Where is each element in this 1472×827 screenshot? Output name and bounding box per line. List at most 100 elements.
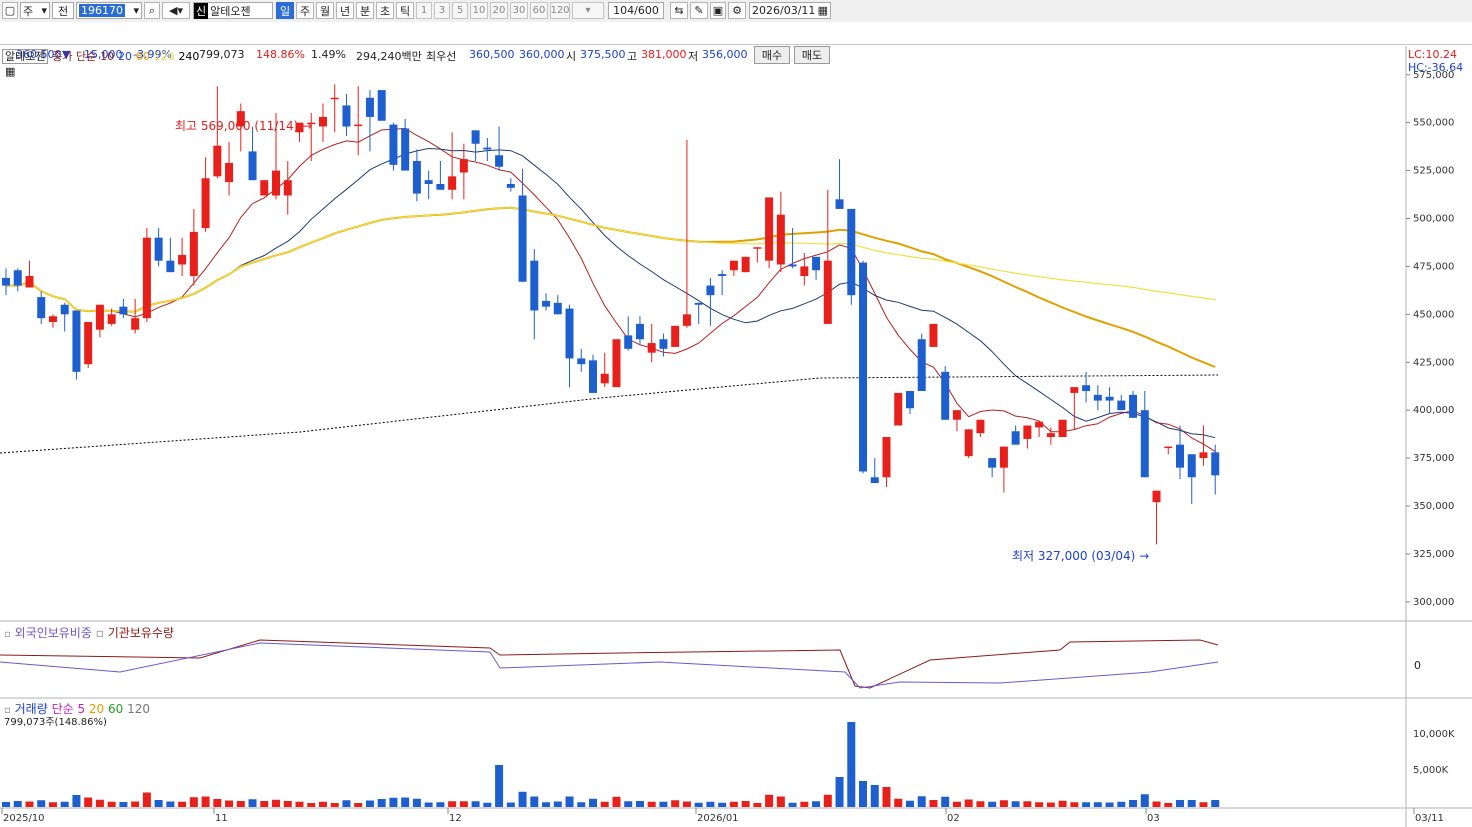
candle-body xyxy=(13,270,22,286)
ma20-line xyxy=(6,147,1216,439)
candle-body xyxy=(765,197,774,261)
volume-bar xyxy=(330,803,339,807)
candle-body xyxy=(905,391,914,409)
volume-bar xyxy=(471,801,480,807)
volume-bar xyxy=(706,801,715,807)
candle-body xyxy=(976,419,985,434)
volume-bar xyxy=(847,722,856,807)
volume-bar xyxy=(741,801,750,807)
legend-ma10: 10 xyxy=(100,50,115,63)
volume-bar xyxy=(72,795,81,807)
volume-bar xyxy=(1152,801,1161,807)
y-tick-label: 525,000 xyxy=(1413,166,1454,177)
volume-bar xyxy=(13,801,22,807)
candle-body xyxy=(741,256,750,273)
volume-bar xyxy=(213,799,222,807)
candle-body xyxy=(1105,396,1114,401)
candle-body xyxy=(248,151,257,181)
candle-body xyxy=(377,90,386,121)
x-tick-label: 03/11 xyxy=(1415,813,1444,824)
candle-body xyxy=(577,358,586,365)
candle-body xyxy=(495,155,504,167)
candle-body xyxy=(48,316,57,322)
candle-body xyxy=(1129,394,1138,418)
volume-bar xyxy=(823,794,832,807)
candle-body xyxy=(682,314,691,326)
volume-bar xyxy=(542,802,551,807)
candle-body xyxy=(1058,419,1067,437)
volume-bar xyxy=(1093,802,1102,807)
y-tick-label: 425,000 xyxy=(1413,357,1454,368)
candle-body xyxy=(600,373,609,384)
inst-holding-label: 기관보유수량 xyxy=(107,626,174,640)
candle-body xyxy=(859,262,868,472)
candle-body xyxy=(459,159,468,173)
volume-bar xyxy=(1187,800,1196,807)
volume-bar xyxy=(870,785,879,807)
volume-ma120: 120 xyxy=(127,702,151,716)
candle-body xyxy=(1140,410,1149,478)
volume-bar xyxy=(272,799,281,807)
volume-bar xyxy=(659,801,668,807)
candle-body xyxy=(1199,452,1208,459)
candle-body xyxy=(612,339,621,388)
volume-bar xyxy=(718,802,727,807)
candle-body xyxy=(870,477,879,483)
investor-legend: ▫ 외국인보유비중 ▫ 기관보유수량 xyxy=(4,626,174,640)
candle-body xyxy=(1035,421,1044,428)
candle-body xyxy=(213,145,222,177)
volume-bar xyxy=(389,797,398,807)
volume-bar xyxy=(859,781,868,807)
lc-label: LC:10.24 xyxy=(1408,48,1458,61)
volume-bar xyxy=(142,792,151,807)
candle-body xyxy=(671,325,680,347)
candle-body xyxy=(1152,490,1161,503)
volume-bar xyxy=(1058,800,1067,807)
volume-bar xyxy=(1011,801,1020,807)
volume-bar xyxy=(835,777,844,807)
candle-body xyxy=(894,392,903,426)
foreign-ratio-label: 외국인보유비중 xyxy=(14,626,92,640)
volume-bar xyxy=(917,796,926,807)
candle-body xyxy=(964,429,973,457)
investor-zero-tick: 0 xyxy=(1414,659,1421,672)
volume-bar xyxy=(60,801,69,807)
legend-stock-name[interactable]: 알테오젠 xyxy=(2,49,49,64)
volume-bar xyxy=(976,801,985,807)
volume-bar xyxy=(1023,801,1032,807)
volume-bar xyxy=(964,799,973,807)
volume-bar xyxy=(377,799,386,807)
candle-body xyxy=(1011,431,1020,445)
candle-body xyxy=(272,170,281,196)
candle-body xyxy=(471,130,480,144)
min-price-label: 최저 327,000 (03/04) xyxy=(1012,549,1136,563)
menu-icon[interactable]: ▫ xyxy=(4,629,11,640)
y-tick-label: 450,000 xyxy=(1413,309,1454,320)
x-tick-label: 2026/01 xyxy=(697,813,739,824)
volume-bar xyxy=(929,800,938,807)
volume-bar xyxy=(25,801,34,807)
volume-bar xyxy=(1046,802,1055,807)
volume-bar xyxy=(1199,802,1208,807)
volume-bar xyxy=(753,803,762,807)
candle-body xyxy=(448,176,457,190)
volume-bar xyxy=(553,801,562,807)
candle-body xyxy=(142,237,151,319)
volume-bar xyxy=(577,802,586,807)
candle-body xyxy=(84,322,93,365)
volume-bar xyxy=(988,801,997,807)
volume-bar xyxy=(1105,802,1114,807)
volume-info: 799,073주(148.86%) xyxy=(4,717,107,728)
candle-body xyxy=(119,306,128,315)
volume-bar xyxy=(201,796,210,807)
volume-bar xyxy=(307,803,316,807)
candle-body xyxy=(483,147,492,150)
candle-body xyxy=(72,310,81,372)
candle-body xyxy=(166,260,175,273)
volume-bar xyxy=(225,800,234,807)
candle-body xyxy=(917,339,926,391)
candle-body xyxy=(1070,387,1079,393)
candle-body xyxy=(389,124,398,165)
grid-icon[interactable]: ▦ xyxy=(5,65,15,78)
volume-bar xyxy=(189,797,198,807)
